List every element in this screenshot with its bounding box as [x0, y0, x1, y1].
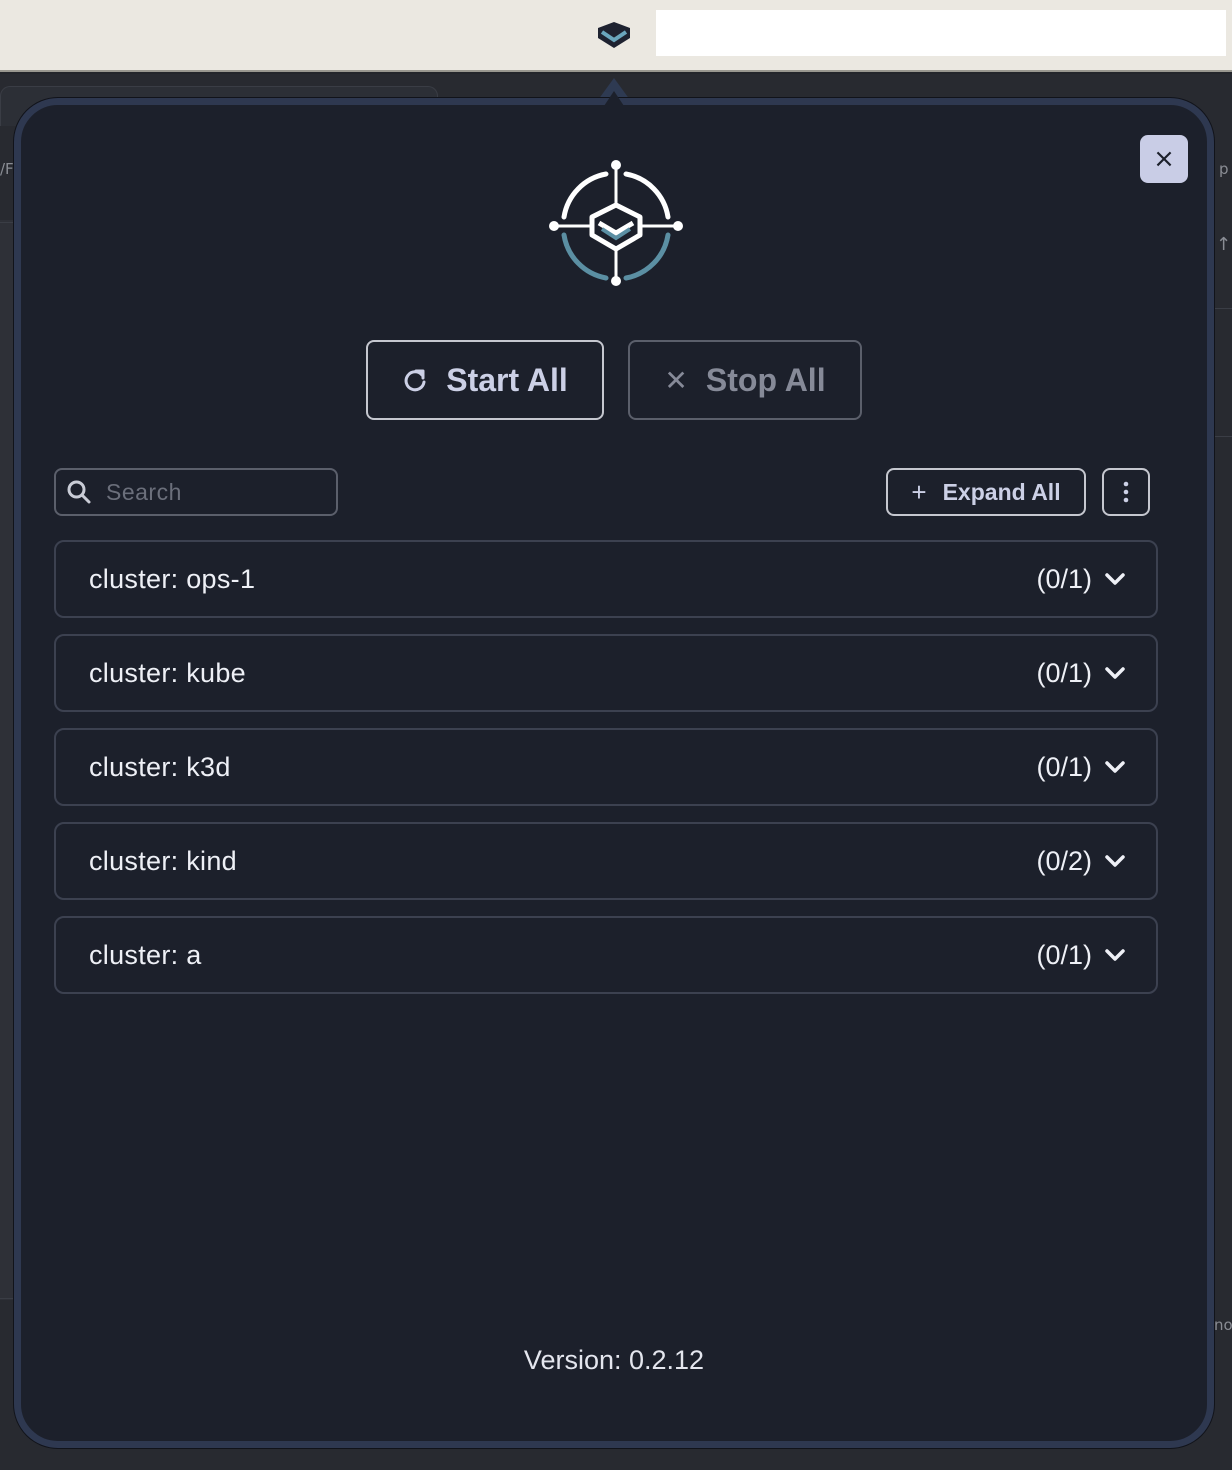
background-text: p: [1219, 160, 1229, 178]
cluster-count: (0/1): [1036, 657, 1092, 688]
expand-all-label: Expand All: [942, 478, 1061, 505]
plus-icon: +: [911, 476, 927, 507]
cluster-row[interactable]: cluster: a (0/1): [54, 916, 1158, 994]
menubar-blank-area: [656, 10, 1226, 56]
background-sidebar-edge: [0, 220, 14, 1300]
chevron-down-icon: [1105, 573, 1125, 585]
stop-icon: ✕: [664, 364, 688, 396]
cluster-name: cluster: ops-1: [89, 563, 256, 594]
cluster-name: cluster: k3d: [89, 751, 231, 782]
start-all-label: Start All: [446, 361, 568, 398]
cluster-count: (0/2): [1036, 845, 1092, 876]
chevron-shield-icon[interactable]: [594, 18, 634, 52]
start-all-button[interactable]: Start All: [366, 340, 604, 420]
background-text: /F: [0, 160, 14, 178]
chevron-down-icon: [1105, 667, 1125, 679]
background-divider: [0, 1298, 14, 1299]
refresh-icon: [404, 369, 426, 392]
cluster-count: (0/1): [1036, 939, 1092, 970]
app-logo-icon: [549, 160, 683, 286]
stop-all-label: Stop All: [705, 361, 826, 398]
cluster-row[interactable]: cluster: ops-1 (0/1): [54, 540, 1158, 618]
cluster-name: cluster: a: [89, 939, 202, 970]
cluster-count: (0/1): [1036, 751, 1092, 782]
search-field[interactable]: [54, 468, 338, 516]
expand-all-button[interactable]: + Expand All: [886, 468, 1086, 516]
search-input[interactable]: [104, 477, 324, 507]
chevron-down-icon: [1105, 855, 1125, 867]
cluster-row[interactable]: cluster: kind (0/2): [54, 822, 1158, 900]
chevron-down-icon: [1105, 949, 1125, 961]
popover-arrow-inner: [602, 91, 626, 109]
background-arrow-icon: ↑: [1216, 234, 1232, 255]
vertical-dots-icon: [1123, 481, 1129, 503]
menu-bar: [0, 0, 1232, 72]
stop-all-button[interactable]: ✕ Stop All: [628, 340, 862, 420]
cluster-row[interactable]: cluster: k3d (0/1): [54, 728, 1158, 806]
cluster-name: cluster: kind: [89, 845, 237, 876]
close-icon: ×: [1153, 144, 1175, 174]
cluster-count: (0/1): [1036, 563, 1092, 594]
search-icon: [67, 480, 91, 504]
cluster-list: cluster: ops-1 (0/1) cluster: kube (0/1)…: [54, 540, 1158, 1010]
version-label: Version: 0.2.12: [523, 1345, 705, 1375]
background-divider: [1214, 436, 1232, 437]
background-divider: [0, 222, 14, 223]
background-divider: [1214, 308, 1232, 309]
background-text: no: [1214, 1316, 1232, 1334]
popover-panel: × Start All ✕ Stop All Search + Expand A…: [14, 91, 1214, 1448]
cluster-name: cluster: kube: [89, 657, 246, 688]
cluster-row[interactable]: cluster: kube (0/1): [54, 634, 1158, 712]
more-options-button[interactable]: [1102, 468, 1150, 516]
chevron-down-icon: [1105, 761, 1125, 773]
close-button[interactable]: ×: [1140, 135, 1188, 183]
